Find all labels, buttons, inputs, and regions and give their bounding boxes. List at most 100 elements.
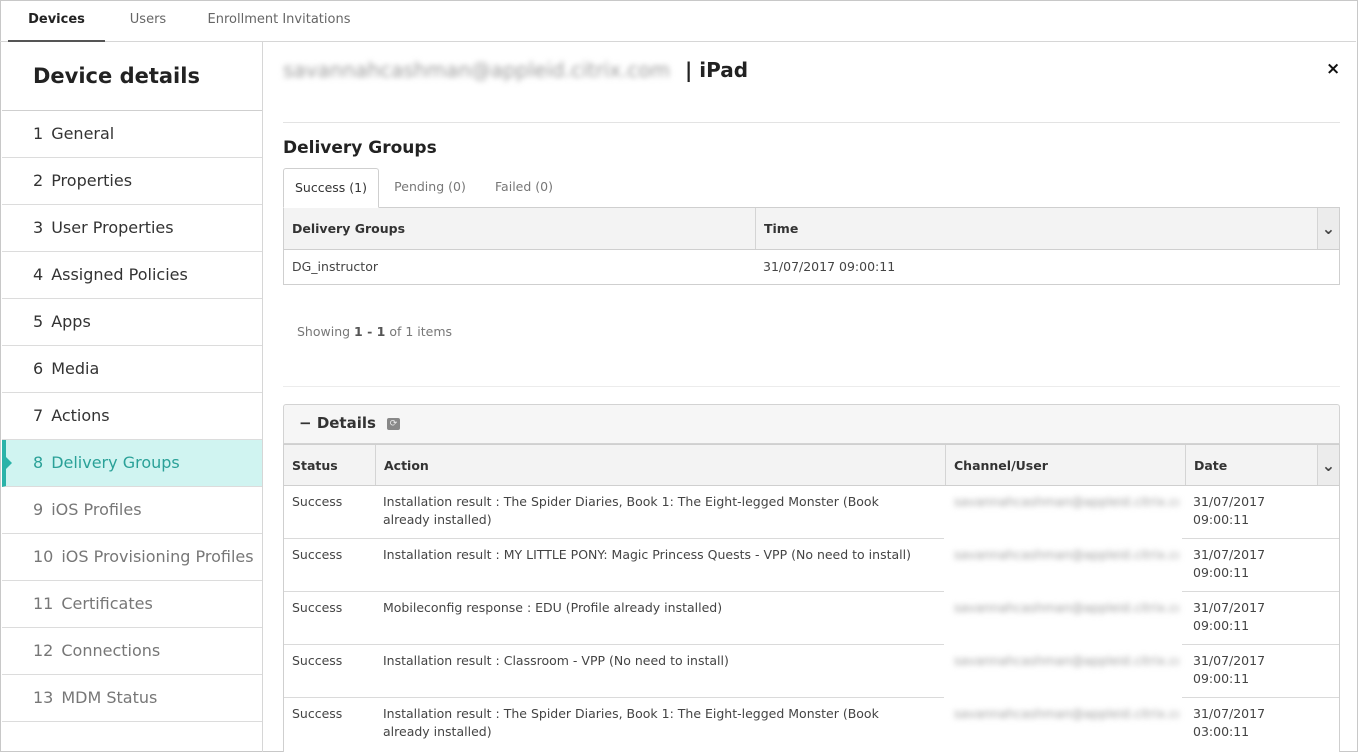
sidebar-item-label: iOS Provisioning Profiles (61, 547, 254, 566)
details-title[interactable]: − Details (299, 414, 376, 432)
sidebar-item-label: User Properties (51, 218, 174, 237)
details-cell-action: Mobileconfig response : EDU (Profile alr… (383, 600, 723, 615)
column-header-delivery-groups[interactable]: Delivery Groups (284, 208, 756, 249)
details-cell-action: Installation result : Classroom - VPP (N… (383, 653, 729, 668)
close-icon[interactable]: × (1326, 59, 1340, 79)
sidebar-item-assigned-policies[interactable]: 4 Assigned Policies (2, 252, 262, 299)
sidebar-item-label: Assigned Policies (51, 265, 188, 284)
sidebar-item-ios-profiles[interactable]: 9 iOS Profiles (2, 487, 262, 534)
sidebar-item-ios-provisioning-profiles[interactable]: 10 iOS Provisioning Profiles (2, 534, 262, 581)
sidebar-item-label: iOS Profiles (51, 500, 142, 519)
title-separator: | (684, 58, 693, 82)
row-divider (284, 538, 944, 539)
sidebar-item-certificates[interactable]: 11 Certificates (2, 581, 262, 628)
sidebar-item-number: 12 (33, 641, 54, 660)
details-cell-status: Success (292, 600, 343, 615)
sidebar-item-connections[interactable]: 12 Connections (2, 628, 262, 675)
row-divider (284, 644, 944, 645)
sidebar-item-number: 5 (33, 312, 44, 331)
sidebar-list: 1 General 2 Properties 3 User Properties 4A… (2, 110, 262, 722)
sidebar-item-label: Delivery Groups (51, 453, 180, 472)
device-name: iPad (699, 58, 749, 82)
sidebar-item-label: MDM Status (61, 688, 158, 707)
sidebar-item-user-properties[interactable]: 3 User Properties (2, 205, 262, 252)
details-cell-channel-redacted: savannahcashman@appleid.citrix.com (954, 600, 1179, 615)
collapse-icon[interactable]: − (299, 414, 312, 432)
sidebar-item-apps[interactable]: 5 Apps (2, 299, 262, 346)
sidebar-item-mdm-status[interactable]: 13 MDM Status (2, 675, 262, 722)
sidebar-item-number: 4 (33, 265, 44, 284)
details-cell-date: 31/07/2017 09:00:11 (1193, 547, 1266, 580)
details-cell-date: 31/07/2017 09:00:11 (1193, 600, 1266, 633)
sidebar-item-label: Actions (51, 406, 110, 425)
details-cell-action: Installation result : The Spider Diaries… (383, 706, 879, 739)
sidebar-item-number: 7 (33, 406, 44, 425)
details-cell-channel-redacted: savannahcashman@appleid.citrix.com (954, 547, 1179, 562)
details-cell-date: 31/07/2017 03:00:11 (1193, 706, 1266, 739)
table-cell-time: 31/07/2017 09:00:11 (763, 259, 896, 274)
section-divider (283, 386, 1340, 387)
details-cell-status: Success (292, 547, 343, 562)
details-cell-status: Success (292, 706, 343, 721)
tab-success[interactable]: Success (1) (283, 168, 379, 208)
user-email-redacted: savannahcashman@appleid.citrix.com (283, 58, 671, 82)
column-header-date[interactable]: Date (1186, 445, 1317, 485)
sidebar-item-number: 8 (33, 453, 44, 472)
sidebar-item-label: Connections (61, 641, 161, 660)
sidebar-item-number: 13 (33, 688, 54, 707)
column-header-action[interactable]: Action (376, 445, 946, 485)
tab-devices[interactable]: Devices (8, 0, 105, 42)
tab-users[interactable]: Users (115, 0, 181, 42)
top-tab-bar: Devices Users Enrollment Invitations (0, 0, 1356, 42)
row-divider (284, 697, 944, 698)
delivery-groups-tabs: Success (1) Pending (0) Failed (0) (283, 168, 1340, 208)
sidebar-item-number: 10 (33, 547, 54, 566)
sidebar-item-actions[interactable]: 7 Actions (2, 393, 262, 440)
tab-failed[interactable]: Failed (0) (487, 168, 561, 208)
sidebar-item-general[interactable]: 1 General (2, 111, 262, 158)
details-cell-channel-redacted: savannahcashman@appleid.citrix.com (954, 653, 1179, 668)
details-label: Details (316, 414, 376, 432)
details-table: Status Action Channel/User Date ⌄ Succes… (283, 444, 1340, 752)
details-cell-status: Success (292, 494, 343, 509)
sidebar-item-label: Apps (51, 312, 91, 331)
row-divider (1182, 591, 1339, 592)
details-cell-action: Installation result : MY LITTLE PONY: Ma… (383, 547, 911, 562)
sidebar-item-number: 3 (33, 218, 44, 237)
page-title: savannahcashman@appleid.citrix.com | iPa… (283, 58, 748, 88)
row-divider (1182, 644, 1339, 645)
export-icon[interactable]: ⟳ (387, 418, 400, 430)
sidebar: Device details 1 General 2 Properties 3 Use… (2, 42, 263, 752)
showing-prefix: Showing (297, 324, 351, 339)
details-panel-header[interactable]: − Details ⟳ (283, 404, 1340, 444)
tab-enrollment-invitations[interactable]: Enrollment Invitations (203, 0, 355, 42)
details-cell-action: Installation result : The Spider Diaries… (383, 494, 879, 527)
column-header-channel-user[interactable]: Channel/User (946, 445, 1186, 485)
column-header-status[interactable]: Status (284, 445, 376, 485)
showing-range: 1 - 1 (354, 324, 386, 339)
pagination-summary: Showing 1 - 1 of 1 items (297, 324, 452, 339)
sidebar-item-properties[interactable]: 2 Properties (2, 158, 262, 205)
tab-pending[interactable]: Pending (0) (387, 168, 473, 208)
details-cell-channel-redacted: savannahcashman@appleid.citrix.com (954, 494, 1179, 509)
delivery-groups-table: Delivery Groups Time ⌄ DG_instructor 31/… (283, 207, 1340, 285)
column-header-time[interactable]: Time (756, 208, 1317, 249)
sidebar-item-number: 6 (33, 359, 44, 378)
sidebar-item-number: 9 (33, 500, 44, 519)
table-cell-group: DG_instructor (292, 259, 378, 274)
sidebar-item-media[interactable]: 6 Media (2, 346, 262, 393)
sidebar-item-label: Media (51, 359, 100, 378)
details-cell-channel-redacted: savannahcashman@appleid.citrix.com (954, 706, 1179, 721)
row-divider (284, 591, 944, 592)
sidebar-item-number: 2 (33, 171, 44, 190)
column-menu-chevron-down-icon[interactable]: ⌄ (1317, 208, 1339, 249)
details-cell-status: Success (292, 653, 343, 668)
main-panel: savannahcashman@appleid.citrix.com | iPa… (263, 42, 1356, 752)
table-header: Delivery Groups Time ⌄ (284, 208, 1339, 250)
details-cell-date: 31/07/2017 09:00:11 (1193, 494, 1266, 527)
sidebar-item-label: Certificates (61, 594, 153, 613)
column-menu-chevron-down-icon[interactable]: ⌄ (1317, 445, 1339, 485)
details-table-header: Status Action Channel/User Date ⌄ (284, 444, 1339, 486)
sidebar-item-delivery-groups[interactable]: 8 Delivery Groups (2, 440, 262, 487)
sidebar-item-label: General (51, 124, 115, 143)
